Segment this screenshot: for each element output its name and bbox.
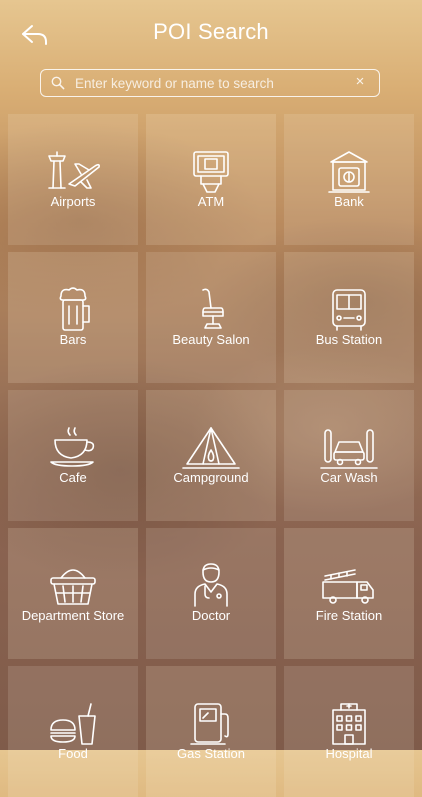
category-label: Gas Station [177,746,245,761]
category-tile-gas-station[interactable]: Gas Station [146,666,276,797]
category-grid: Airports ATM Bank Bars Beauty Salon Bus … [8,114,414,797]
category-label: Bus Station [315,332,383,347]
category-label: Airports [50,194,96,209]
category-tile-hospital[interactable]: Hospital [284,666,414,797]
category-label: Food [58,746,88,761]
category-label: Campground [173,470,249,485]
category-label: Department Store [21,608,125,623]
hospital-building-icon [319,700,379,748]
category-label: Bank [334,194,364,209]
atm-icon [181,148,241,196]
category-tile-bars[interactable]: Bars [8,252,138,383]
category-label: ATM [197,194,225,209]
category-tile-atm[interactable]: ATM [146,114,276,245]
basket-icon [43,562,103,610]
category-tile-car-wash[interactable]: Car Wash [284,390,414,521]
search-input[interactable] [73,70,347,97]
page-title: POI Search [153,19,269,44]
category-label: Car Wash [320,470,378,485]
category-label: Bars [59,332,87,347]
fire-truck-icon [319,562,379,610]
magnifier-icon [51,76,65,90]
category-tile-doctor[interactable]: Doctor [146,528,276,659]
doctor-icon [181,562,241,610]
beer-mug-icon [43,286,103,334]
coffee-cup-icon [43,424,103,472]
category-tile-cafe[interactable]: Cafe [8,390,138,521]
category-label: Doctor [191,608,231,623]
category-tile-campground[interactable]: Campground [146,390,276,521]
category-label: Hospital [325,746,373,761]
salon-chair-icon [181,286,241,334]
category-tile-department-store[interactable]: Department Store [8,528,138,659]
category-tile-food[interactable]: Food [8,666,138,797]
car-wash-icon [319,424,379,472]
category-label: Fire Station [315,608,383,623]
category-label: Beauty Salon [172,332,250,347]
category-tile-airports[interactable]: Airports [8,114,138,245]
header-bar: POI Search [0,0,422,66]
category-tile-fire-station[interactable]: Fire Station [284,528,414,659]
airport-icon [43,148,103,196]
burger-drink-icon [43,700,103,748]
clear-search-button[interactable]: × [351,73,369,91]
category-tile-beauty-salon[interactable]: Beauty Salon [146,252,276,383]
fuel-pump-icon [181,700,241,748]
search-bar: × [40,69,380,97]
tent-icon [181,424,241,472]
bus-icon [319,286,379,334]
category-tile-bank[interactable]: Bank [284,114,414,245]
category-label: Cafe [59,470,87,485]
bank-icon [319,148,379,196]
category-tile-bus-station[interactable]: Bus Station [284,252,414,383]
